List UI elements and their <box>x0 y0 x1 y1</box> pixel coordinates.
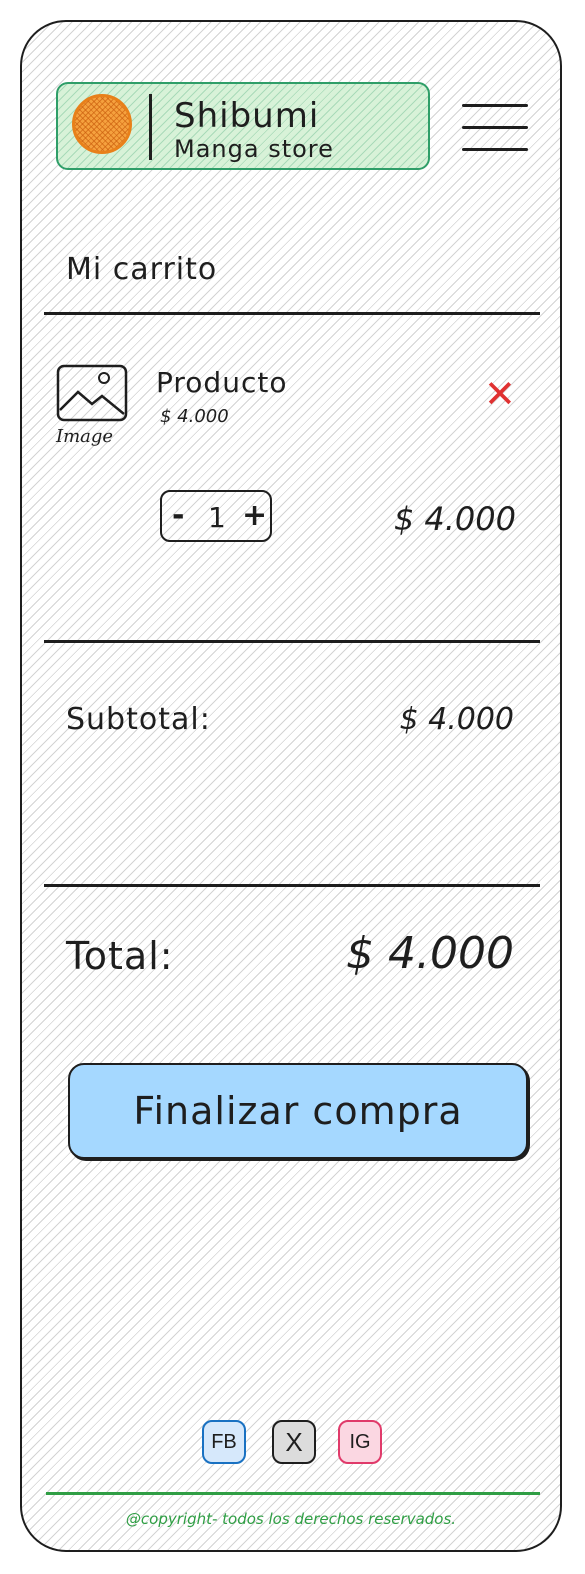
decrement-button[interactable]: - <box>172 498 184 534</box>
facebook-icon[interactable]: FB <box>202 1420 246 1464</box>
menu-line <box>462 148 528 151</box>
x-twitter-icon[interactable]: X <box>272 1420 316 1464</box>
subtotal-value: $ 4.000 <box>399 702 514 737</box>
divider <box>44 884 540 887</box>
instagram-icon[interactable]: IG <box>338 1420 382 1464</box>
total-label: Total: <box>66 934 174 978</box>
logo-divider <box>149 94 152 160</box>
quantity-stepper: - 1 + <box>160 490 272 542</box>
remove-item-icon[interactable]: ✕ <box>484 374 516 414</box>
hamburger-menu-icon[interactable] <box>462 100 532 156</box>
logo-emblem-icon <box>72 94 132 154</box>
increment-button[interactable]: + <box>242 498 267 534</box>
divider <box>44 312 540 315</box>
footer-divider <box>46 1492 540 1495</box>
brand-logo[interactable]: Shibumi Manga store <box>56 82 430 170</box>
divider <box>44 640 540 643</box>
menu-line <box>462 104 528 107</box>
item-line-total: $ 4.000 <box>393 500 516 538</box>
phone-frame: Shibumi Manga store Mi carrito Image Pro… <box>20 20 562 1552</box>
menu-line <box>462 126 528 129</box>
checkout-button[interactable]: Finalizar compra <box>68 1063 528 1159</box>
subtotal-label: Subtotal: <box>66 702 211 737</box>
image-caption: Image <box>56 426 114 447</box>
page-title: Mi carrito <box>66 252 218 287</box>
product-name[interactable]: Producto <box>156 366 287 399</box>
product-image-icon <box>56 364 128 422</box>
product-unit-price: $ 4.000 <box>160 406 229 427</box>
total-value: $ 4.000 <box>346 928 514 979</box>
copyright-text: @copyright- todos los derechos reservado… <box>125 1510 457 1528</box>
quantity-value: 1 <box>208 501 226 534</box>
brand-subtitle: Manga store <box>174 135 334 163</box>
brand-name: Shibumi <box>174 96 320 136</box>
